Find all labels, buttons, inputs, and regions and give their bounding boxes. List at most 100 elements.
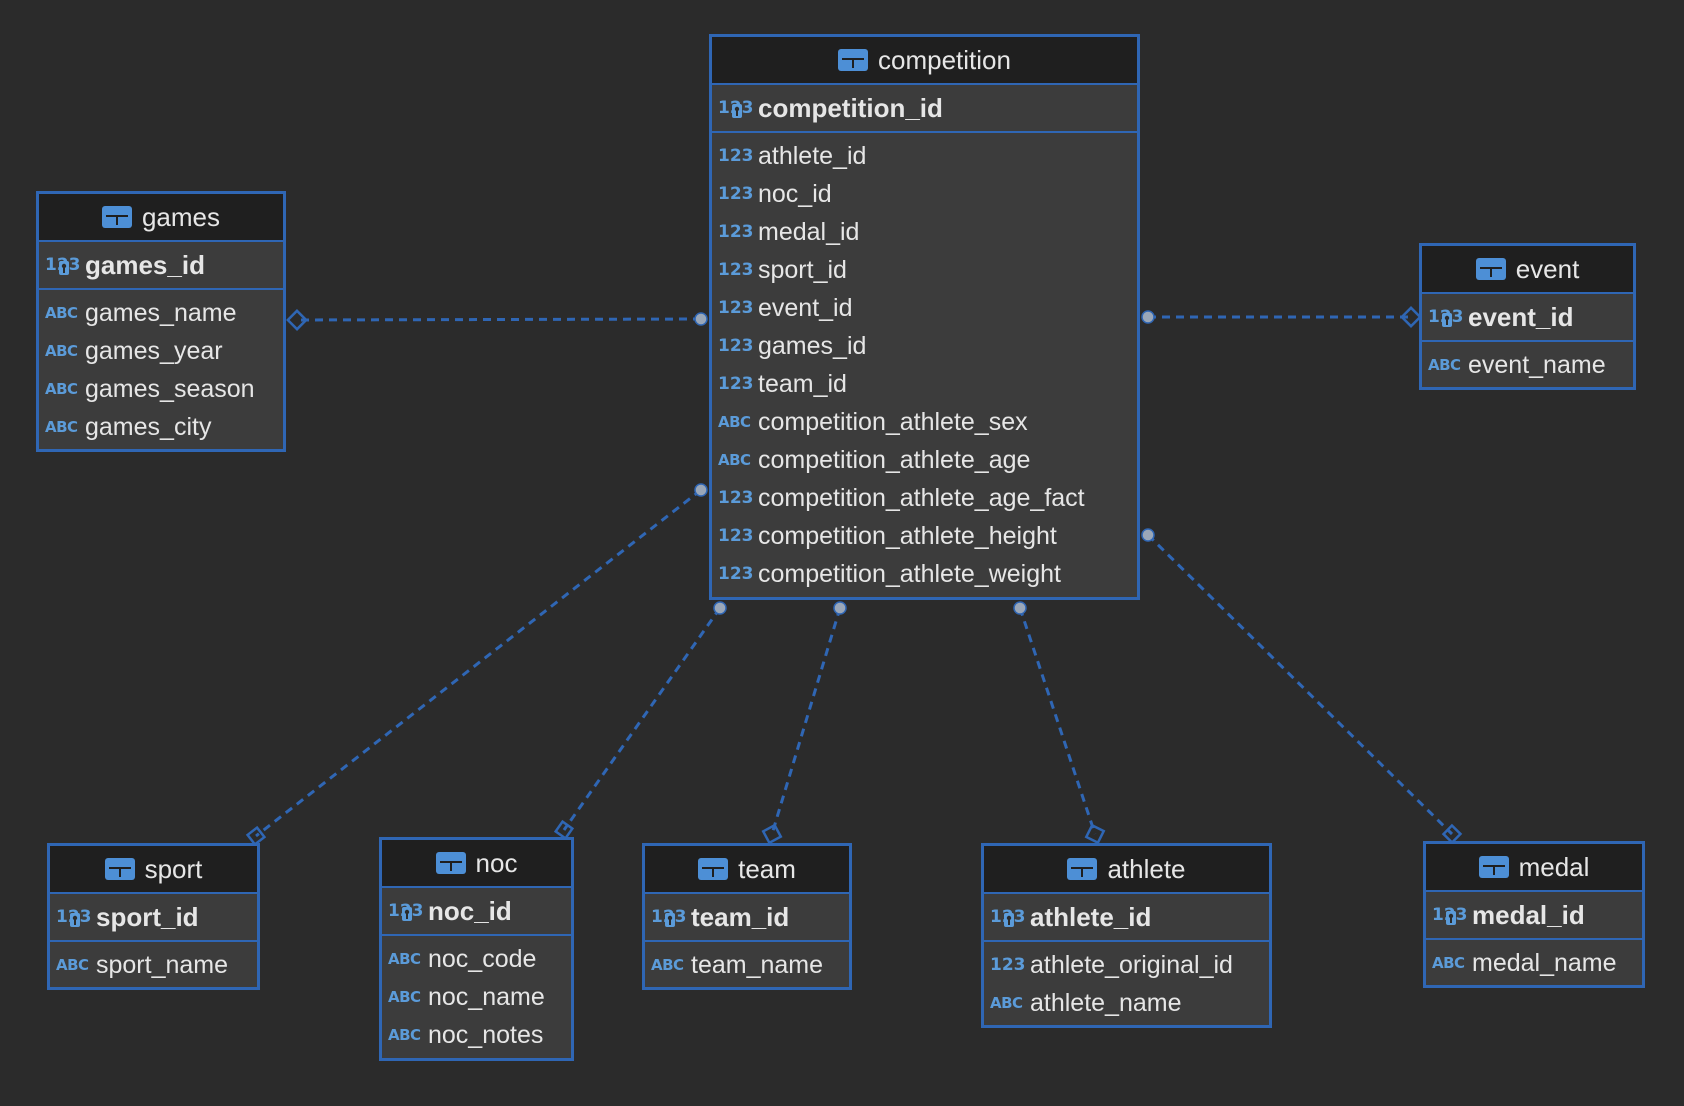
column-list: ABC noc_code ABC noc_name ABC noc_notes	[382, 936, 571, 1058]
type-badge: 123	[718, 184, 754, 204]
column-row[interactable]: 123 noc_id	[712, 175, 1137, 213]
entity-noc[interactable]: noc 123 noc_id ABCnoc_codeABCnoc_nameABC…	[379, 837, 574, 1061]
column-name: athlete_name	[1030, 988, 1182, 1017]
type-badge: ABC	[45, 342, 78, 360]
column-name: athlete_original_id	[1030, 950, 1233, 979]
entity-medal[interactable]: medal 123 medal_id ABC medal_name	[1423, 841, 1645, 988]
entity-title: competition	[878, 44, 1011, 75]
primary-key-row[interactable]: 123 athlete_id	[984, 894, 1269, 942]
primary-key-row[interactable]: 123 sport_id	[50, 894, 257, 942]
column-name: games_id	[85, 249, 205, 280]
column-row[interactable]: ABC sport_name	[50, 946, 257, 984]
entity-header[interactable]: team	[645, 846, 849, 894]
column-row[interactable]: ABC games_name	[39, 294, 283, 332]
connector-end-team	[761, 823, 783, 845]
entity-header[interactable]: games	[39, 194, 283, 242]
column-name: athlete_id	[758, 141, 867, 170]
column-row[interactable]: 123 athlete_original_id	[984, 946, 1269, 984]
primary-key-row[interactable]: 123 competition_id	[712, 85, 1137, 133]
relationship-line-athlete[interactable]	[1018, 607, 1097, 835]
column-row[interactable]: ABC noc_code	[382, 940, 571, 978]
type-badge: 123	[1428, 307, 1464, 327]
relationship-line-medal[interactable]	[1146, 533, 1454, 836]
column-row[interactable]: 123 event_id	[712, 289, 1137, 327]
connector-end-event	[1400, 306, 1422, 328]
relationship-line-games[interactable]	[296, 317, 702, 322]
connector-dot-noc	[713, 601, 727, 615]
column-name: competition_athlete_height	[758, 521, 1057, 550]
relationship-line-noc[interactable]	[562, 607, 722, 831]
entity-competition[interactable]: competition 123 competition_id 123athlet…	[709, 34, 1140, 600]
type-badge: 123	[388, 901, 424, 921]
type-badge: 123	[718, 260, 754, 280]
entity-header[interactable]: medal	[1426, 844, 1642, 892]
entity-sport[interactable]: sport 123 sport_id ABC sport_name	[47, 843, 260, 990]
primary-key-icon	[402, 907, 412, 921]
relationship-line-team[interactable]	[770, 607, 842, 835]
primary-key-row[interactable]: 123 event_id	[1422, 294, 1633, 342]
column-name: games_city	[85, 412, 212, 441]
column-row[interactable]: 123 athlete_id	[712, 137, 1137, 175]
column-row[interactable]: ABC games_season	[39, 370, 283, 408]
entity-games[interactable]: games 123 games_id ABC games_name ABC games…	[36, 191, 286, 452]
entity-athlete[interactable]: athlete 123 athlete_id 123athlete_origin…	[981, 843, 1272, 1028]
column-row[interactable]: ABC noc_name	[382, 978, 571, 1016]
type-badge: ABC	[1432, 954, 1465, 972]
primary-key-row[interactable]: 123 noc_id	[382, 888, 571, 936]
type-badge: ABC	[45, 418, 78, 436]
table-icon	[435, 852, 466, 874]
column-row[interactable]: ABC medal_name	[1426, 944, 1642, 982]
column-name: noc_code	[428, 944, 537, 973]
column-row[interactable]: 123 games_id	[712, 327, 1137, 365]
column-name: games_season	[85, 374, 255, 403]
column-row[interactable]: 123 medal_id	[712, 213, 1137, 251]
column-row[interactable]: 123 competition_athlete_age_fact	[712, 479, 1137, 517]
column-row[interactable]: ABC noc_notes	[382, 1016, 571, 1054]
connector-dot-team	[833, 601, 847, 615]
column-name: medal_id	[758, 217, 860, 246]
column-name: competition_athlete_weight	[758, 559, 1061, 588]
column-list: ABC sport_name	[50, 942, 257, 988]
type-badge: ABC	[990, 994, 1023, 1012]
column-row[interactable]: ABC competition_athlete_age	[712, 441, 1137, 479]
column-name: medal_name	[1472, 948, 1617, 977]
column-name: medal_id	[1472, 899, 1585, 930]
type-badge: 123	[990, 907, 1026, 927]
primary-key-row[interactable]: 123 games_id	[39, 242, 283, 290]
type-badge: ABC	[718, 413, 751, 431]
column-row[interactable]: 123 competition_athlete_height	[712, 517, 1137, 555]
column-row[interactable]: ABC games_year	[39, 332, 283, 370]
column-row[interactable]: 123 competition_athlete_weight	[712, 555, 1137, 593]
column-row[interactable]: 123 sport_id	[712, 251, 1137, 289]
column-row[interactable]: ABC competition_athlete_sex	[712, 403, 1137, 441]
primary-key-row[interactable]: 123 team_id	[645, 894, 849, 942]
column-name: athlete_id	[1030, 901, 1152, 932]
entity-header[interactable]: athlete	[984, 846, 1269, 894]
type-badge: ABC	[651, 956, 684, 974]
type-badge: ABC	[1428, 356, 1461, 374]
column-row[interactable]: ABC team_name	[645, 946, 849, 984]
entity-team[interactable]: team 123 team_id ABC team_name	[642, 843, 852, 990]
type-badge: 123	[718, 222, 754, 242]
table-icon	[1478, 856, 1509, 878]
primary-key-row[interactable]: 123 medal_id	[1426, 892, 1642, 940]
connector-end-athlete	[1084, 823, 1106, 845]
type-badge: 123	[56, 907, 92, 927]
connector-dot-medal	[1141, 528, 1155, 542]
entity-header[interactable]: noc	[382, 840, 571, 888]
type-badge: 123	[718, 526, 754, 546]
primary-key-icon	[70, 913, 80, 927]
column-row[interactable]: 123 team_id	[712, 365, 1137, 403]
column-name: noc_notes	[428, 1020, 544, 1049]
connector-dot-games	[694, 312, 708, 326]
entity-header[interactable]: event	[1422, 246, 1633, 294]
column-row[interactable]: ABC games_city	[39, 408, 283, 446]
column-row[interactable]: ABC athlete_name	[984, 984, 1269, 1022]
relationship-line-sport[interactable]	[255, 488, 702, 838]
column-row[interactable]: ABC event_name	[1422, 346, 1633, 384]
column-name: competition_athlete_age	[758, 445, 1031, 474]
entity-event[interactable]: event 123 event_id ABC event_name	[1419, 243, 1636, 390]
column-list: 123 athlete_original_id ABC athlete_name	[984, 942, 1269, 1026]
entity-header[interactable]: sport	[50, 846, 257, 894]
entity-header[interactable]: competition	[712, 37, 1137, 85]
